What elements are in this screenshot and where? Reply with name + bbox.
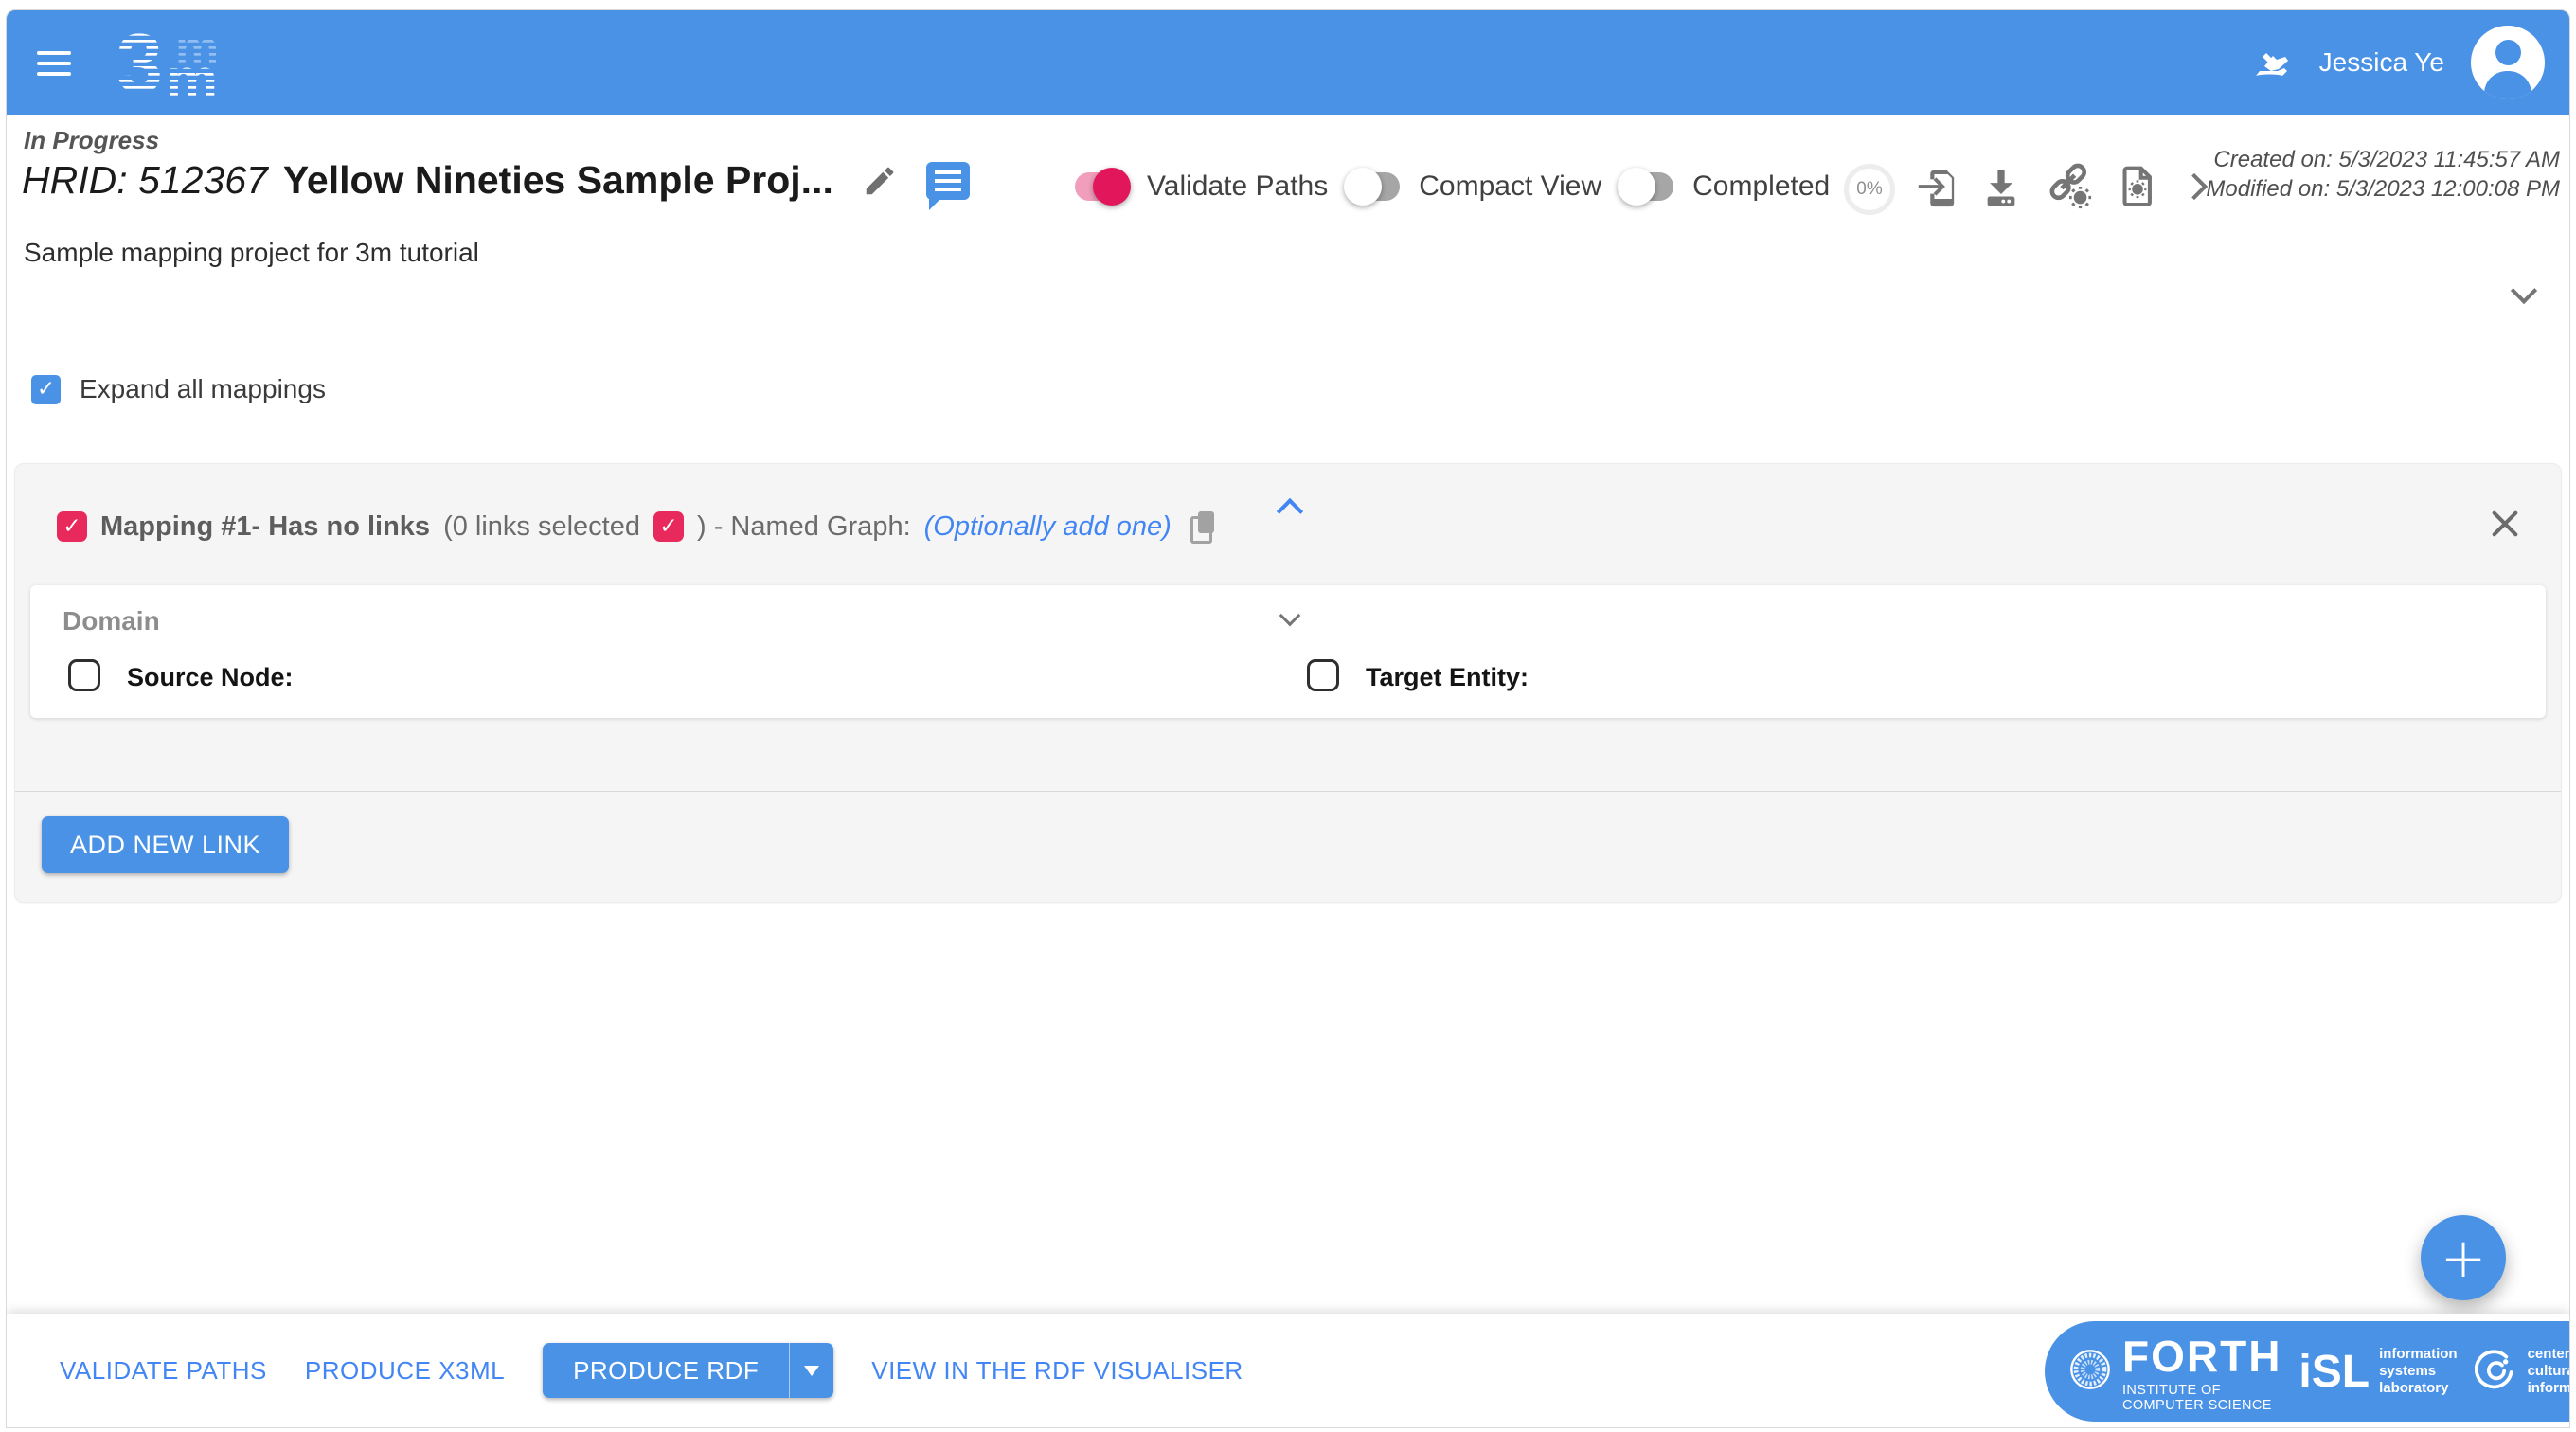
- hrid-label: HRID: 512367: [22, 158, 268, 202]
- close-icon[interactable]: [2487, 506, 2523, 542]
- isl-text: information systems laboratory: [2379, 1346, 2458, 1396]
- produce-rdf-dropdown[interactable]: [790, 1343, 834, 1398]
- domain-heading: Domain: [63, 606, 160, 635]
- forth-logo: FORTH INSTITUTE OF COMPUTER SCIENCE: [2122, 1331, 2281, 1413]
- toggles-row: Validate Paths Compact View Completed: [1075, 160, 1830, 213]
- avatar-body: [2484, 71, 2531, 99]
- project-actions: [1914, 160, 2209, 213]
- copy-icon[interactable]: [1190, 511, 1219, 544]
- svg-text:m: m: [166, 47, 218, 107]
- named-graph-checkbox[interactable]: ✓: [653, 511, 684, 542]
- mapping-checkbox[interactable]: ✓: [57, 511, 87, 542]
- avatar-head: [2496, 40, 2521, 65]
- comment-lines: [934, 170, 961, 191]
- caret-down-icon: [804, 1365, 820, 1376]
- app-bar-right: Jessica Ye: [2247, 10, 2545, 115]
- mapping-title: Mapping #1- Has no links: [100, 510, 431, 542]
- add-mapping-fab[interactable]: +: [2421, 1215, 2506, 1300]
- collapse-mapping-chevron-up-icon[interactable]: [1276, 497, 1304, 526]
- toggle-validate-paths[interactable]: Validate Paths: [1075, 168, 1329, 206]
- expand-all-checkbox[interactable]: ✓: [31, 374, 61, 404]
- avatar[interactable]: [2471, 26, 2545, 99]
- toggle-label: Validate Paths: [1147, 170, 1329, 202]
- produce-x3ml-button[interactable]: PRODUCE X3ML: [305, 1356, 505, 1386]
- expand-all-row: ✓ Expand all mappings: [31, 374, 326, 404]
- mapping-card: ✓ Mapping #1- Has no links (0 links sele…: [14, 463, 2562, 903]
- created-on: Created on: 5/3/2023 11:45:57 AM: [2213, 147, 2560, 172]
- progress-indicator: 0%: [1844, 164, 1895, 215]
- validate-paths-button[interactable]: VALIDATE PATHS: [60, 1356, 267, 1386]
- mapping-header: ✓ Mapping #1- Has no links (0 links sele…: [57, 508, 1219, 546]
- chevron-right-icon[interactable]: [2180, 172, 2209, 201]
- link-settings-icon[interactable]: [2045, 163, 2094, 210]
- app-window: m 3 m Jessica Ye In Progress HRID: 51236…: [6, 9, 2570, 1428]
- validate-paths-switch[interactable]: [1075, 168, 1131, 206]
- named-graph-add-link[interactable]: (Optionally add one): [924, 511, 1172, 543]
- edit-pencil-icon[interactable]: [862, 163, 898, 199]
- target-entity-checkbox[interactable]: [1307, 659, 1339, 691]
- domain-section: Domain Source Node: Target Entity:: [30, 585, 2546, 718]
- app-bar: m 3 m Jessica Ye: [7, 10, 2569, 115]
- links-note-suffix: ) - Named Graph:: [697, 510, 911, 542]
- domain-chevron-down-icon[interactable]: [1279, 604, 1301, 628]
- ci-logo: center of cultural informatics: [2474, 1346, 2569, 1397]
- import-file-icon[interactable]: [1914, 165, 1958, 208]
- forth-name: FORTH: [2122, 1331, 2282, 1381]
- page-title: Yellow Nineties Sample Proj...: [282, 158, 833, 202]
- forth-subtitle: INSTITUTE OF COMPUTER SCIENCE: [2122, 1382, 2272, 1413]
- footer-actions: VALIDATE PATHS PRODUCE X3ML PRODUCE RDF …: [60, 1314, 1243, 1427]
- switch-knob: [1618, 168, 1656, 206]
- toggle-label: Compact View: [1419, 170, 1602, 202]
- forth-banner: FORTH INSTITUTE OF COMPUTER SCIENCE iSL …: [2045, 1321, 2569, 1422]
- source-node-checkbox[interactable]: [68, 659, 100, 691]
- completed-switch[interactable]: [1618, 168, 1674, 206]
- timestamps: Created on: 5/3/2023 11:45:57 AM Modifie…: [2206, 145, 2560, 204]
- project-status: In Progress: [24, 126, 160, 154]
- forth-seal-icon: [2066, 1345, 2115, 1399]
- toggle-completed[interactable]: Completed: [1618, 168, 1831, 206]
- user-name: Jessica Ye: [2318, 47, 2444, 77]
- download-icon[interactable]: [1979, 165, 2023, 208]
- svg-text:3: 3: [116, 20, 163, 107]
- produce-rdf-button[interactable]: PRODUCE RDF: [543, 1343, 791, 1398]
- add-new-link-button[interactable]: ADD NEW LINK: [42, 816, 290, 873]
- isl-logo: iSL information systems laboratory: [2299, 1346, 2457, 1398]
- compact-view-switch[interactable]: [1344, 168, 1401, 206]
- links-note-prefix: (0 links selected: [443, 510, 640, 542]
- project-description: Sample mapping project for 3m tutorial: [24, 238, 479, 267]
- isl-wordmark: iSL: [2299, 1346, 2370, 1397]
- release-icon[interactable]: [2247, 42, 2293, 83]
- modified-on: Modified on: 5/3/2023 12:00:08 PM: [2206, 176, 2560, 202]
- produce-rdf-split-button: PRODUCE RDF: [543, 1343, 834, 1398]
- footer-bar: VALIDATE PATHS PRODUCE X3ML PRODUCE RDF …: [7, 1314, 2569, 1427]
- comment-icon[interactable]: [925, 161, 970, 210]
- toggle-label: Completed: [1692, 170, 1831, 202]
- switch-knob: [1344, 168, 1383, 206]
- source-node-label: Source Node:: [127, 663, 294, 691]
- target-entity-label: Target Entity:: [1366, 663, 1530, 691]
- 3m-logo: m 3 m: [116, 16, 277, 113]
- file-settings-icon[interactable]: [2116, 164, 2159, 209]
- ci-mark-icon: [2474, 1348, 2518, 1396]
- card-divider: [15, 791, 2561, 792]
- switch-knob: [1093, 168, 1131, 206]
- expand-all-label: Expand all mappings: [80, 374, 326, 403]
- collapse-header-chevron-down-icon[interactable]: [2510, 277, 2538, 305]
- toggle-compact-view[interactable]: Compact View: [1344, 168, 1602, 206]
- menu-icon[interactable]: [37, 45, 73, 81]
- view-rdf-visualiser-button[interactable]: VIEW IN THE RDF VISUALISER: [871, 1356, 1243, 1386]
- ci-text: center of cultural informatics: [2527, 1346, 2569, 1396]
- title-row: HRID: 512367 Yellow Nineties Sample Proj…: [22, 158, 970, 210]
